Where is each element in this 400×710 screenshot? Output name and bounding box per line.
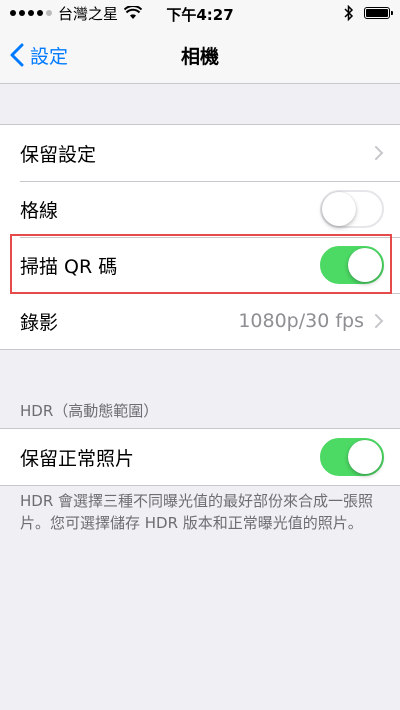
row-preserve-settings[interactable]: 保留設定 xyxy=(0,125,400,181)
row-label: 掃描 QR 碼 xyxy=(20,255,118,278)
chevron-right-icon xyxy=(375,146,384,160)
back-button-label: 設定 xyxy=(30,45,69,68)
row-label: 保留設定 xyxy=(20,143,97,166)
scan-qr-code-toggle[interactable] xyxy=(320,246,384,284)
grid-toggle[interactable] xyxy=(320,190,384,228)
carrier-name: 台灣之星 xyxy=(58,4,119,23)
row-label: 錄影 xyxy=(20,311,59,334)
keep-normal-photo-toggle[interactable] xyxy=(320,438,384,476)
battery-icon xyxy=(364,7,393,19)
row-keep-normal-photo: 保留正常照片 xyxy=(0,429,400,485)
chevron-right-icon xyxy=(375,314,384,328)
signal-strength-icon xyxy=(10,10,52,16)
hdr-section-header: HDR（高動態範圍） xyxy=(20,402,159,420)
row-grid: 格線 xyxy=(0,181,400,237)
status-bar: 台灣之星 下午4:27 xyxy=(0,0,400,26)
hdr-footer-note: HDR 會選擇三種不同曝光值的最好部份來合成一張照片。您可選擇儲存 HDR 版本… xyxy=(20,492,374,532)
status-right xyxy=(344,5,393,21)
row-record-video[interactable]: 錄影 1080p/30 fps xyxy=(0,293,400,349)
bluetooth-icon xyxy=(344,5,354,21)
navigation-bar: 設定 相機 xyxy=(0,26,400,84)
chevron-left-icon xyxy=(10,43,24,67)
wifi-icon xyxy=(124,6,143,19)
row-scan-qr-code: 掃描 QR 碼 xyxy=(0,237,400,293)
row-label: 保留正常照片 xyxy=(20,447,135,470)
camera-settings-group: 保留設定 格線 掃描 QR 碼 錄影 1080p/30 fps xyxy=(0,124,400,350)
record-video-value: 1080p/30 fps xyxy=(238,310,364,332)
row-label: 格線 xyxy=(20,199,59,222)
back-button[interactable]: 設定 xyxy=(10,26,68,84)
status-left: 台灣之星 xyxy=(10,3,143,24)
hdr-settings-group: 保留正常照片 xyxy=(0,428,400,486)
